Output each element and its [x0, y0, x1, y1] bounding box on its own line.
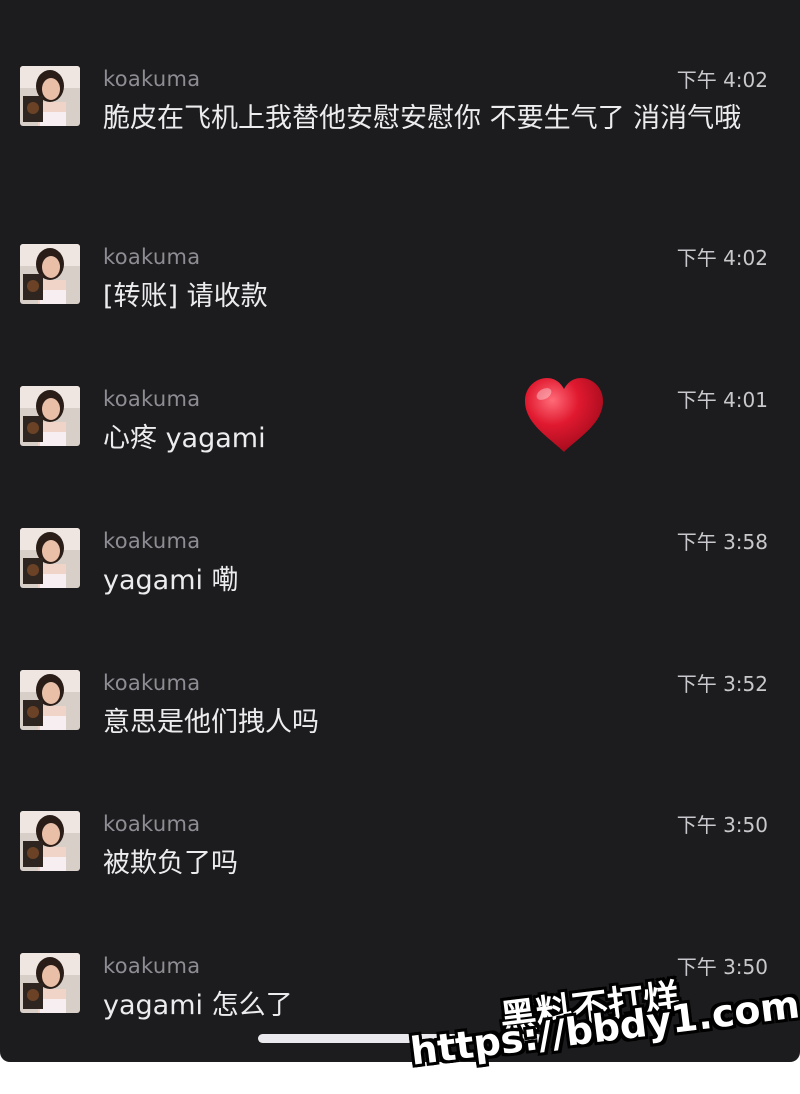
chat-message-list[interactable]: koakuma 下午 4:02 脆皮在飞机上我替他安慰安慰你 不要生气了 消消气…	[0, 0, 800, 1062]
message-time: 下午 4:01	[676, 388, 768, 412]
message-time: 下午 3:50	[676, 813, 768, 837]
red-heart-icon	[522, 376, 606, 456]
message-time: 下午 3:58	[676, 530, 768, 554]
username: koakuma	[103, 671, 201, 695]
message-text: 心疼 yagami	[103, 423, 266, 454]
avatar[interactable]	[20, 670, 80, 730]
avatar[interactable]	[20, 528, 80, 588]
avatar[interactable]	[20, 811, 80, 871]
avatar[interactable]	[20, 953, 80, 1013]
message-text: yagami 嘞	[103, 565, 239, 596]
avatar[interactable]	[20, 66, 80, 126]
username: koakuma	[103, 67, 201, 91]
message-time: 下午 3:50	[676, 955, 768, 979]
avatar[interactable]	[20, 244, 80, 304]
message-text: 意思是他们拽人吗	[103, 707, 319, 738]
username: koakuma	[103, 954, 201, 978]
transfer-message-text[interactable]: [转账] 请收款	[103, 278, 763, 316]
message-text: 被欺负了吗	[103, 848, 238, 879]
message-time: 下午 4:02	[676, 68, 768, 92]
username: koakuma	[103, 387, 201, 411]
username: koakuma	[103, 812, 201, 836]
message-time: 下午 4:02	[676, 246, 768, 270]
username: koakuma	[103, 529, 201, 553]
avatar[interactable]	[20, 386, 80, 446]
message-time: 下午 3:52	[676, 672, 768, 696]
message-text: 脆皮在飞机上我替他安慰安慰你 不要生气了 消消气哦	[103, 103, 742, 134]
username: koakuma	[103, 245, 201, 269]
